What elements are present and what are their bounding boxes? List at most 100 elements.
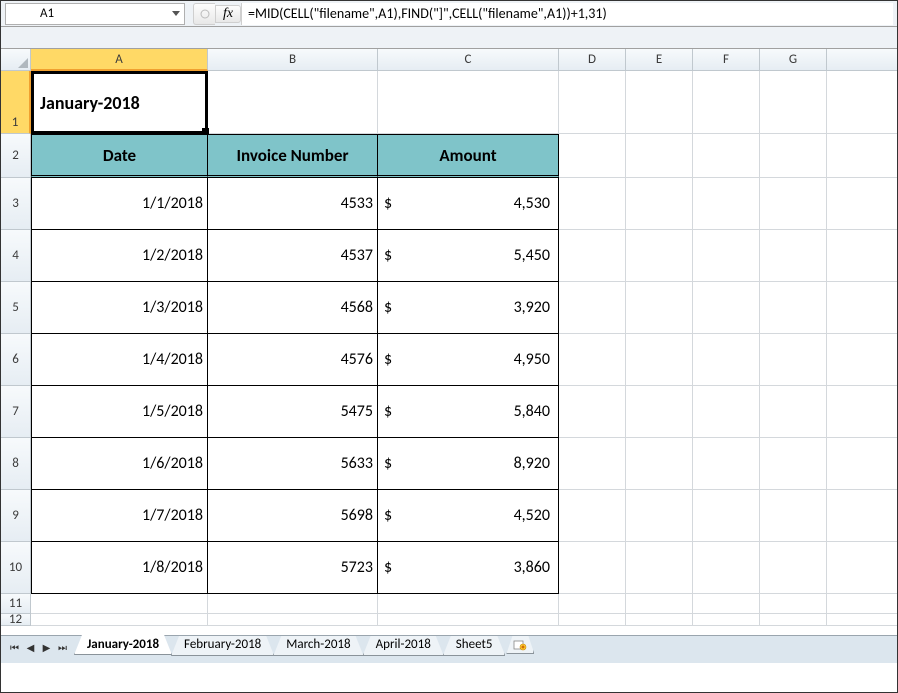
cell-invoice[interactable]: 5698	[208, 490, 378, 542]
tab-last-icon[interactable]: ⏭	[55, 638, 70, 656]
cell[interactable]	[760, 542, 827, 594]
cell-date[interactable]: 1/8/2018	[31, 542, 208, 594]
cell[interactable]	[626, 490, 693, 542]
cell-invoice[interactable]: 4568	[208, 282, 378, 334]
cell[interactable]	[693, 542, 760, 594]
cell[interactable]	[559, 490, 626, 542]
cell[interactable]	[626, 178, 693, 230]
cell[interactable]	[626, 334, 693, 386]
sheet-tab[interactable]: April-2018	[363, 636, 444, 656]
sheet-tab[interactable]: Sheet5	[443, 636, 506, 656]
cell[interactable]	[760, 490, 827, 542]
table-header-date[interactable]: Date	[31, 134, 208, 178]
cell[interactable]	[626, 438, 693, 490]
cell[interactable]	[827, 490, 897, 542]
cell[interactable]	[693, 490, 760, 542]
row-header-2[interactable]: 2	[1, 134, 31, 178]
tab-prev-icon[interactable]: ◀	[23, 638, 38, 656]
name-box[interactable]: A1	[5, 3, 185, 25]
cell[interactable]	[760, 594, 827, 614]
col-header-D[interactable]: D	[559, 49, 626, 71]
cell[interactable]	[559, 178, 626, 230]
cell[interactable]	[626, 594, 693, 614]
cell-amount[interactable]: $3,860	[378, 542, 559, 594]
cell[interactable]	[760, 386, 827, 438]
cell[interactable]	[626, 282, 693, 334]
cell[interactable]	[693, 282, 760, 334]
cell[interactable]	[827, 282, 897, 334]
cell[interactable]	[31, 71, 208, 134]
row-header-6[interactable]: 6	[1, 334, 31, 386]
cell[interactable]	[760, 614, 827, 626]
row-header-9[interactable]: 9	[1, 490, 31, 542]
cell[interactable]	[626, 542, 693, 594]
cell[interactable]	[208, 71, 378, 134]
tab-next-icon[interactable]: ▶	[39, 638, 54, 656]
cell[interactable]	[626, 230, 693, 282]
cell[interactable]	[760, 71, 827, 134]
cell-amount[interactable]: $8,920	[378, 438, 559, 490]
cell[interactable]	[626, 614, 693, 626]
cell[interactable]	[827, 614, 897, 626]
table-header-amount[interactable]: Amount	[378, 134, 559, 178]
cell[interactable]	[693, 614, 760, 626]
cell[interactable]	[760, 230, 827, 282]
row-header-1[interactable]: 1	[1, 71, 31, 134]
cell[interactable]	[208, 614, 378, 626]
tab-first-icon[interactable]: ⏮	[7, 638, 22, 656]
cell[interactable]	[378, 71, 559, 134]
cell-date[interactable]: 1/4/2018	[31, 334, 208, 386]
formula-input[interactable]	[241, 3, 893, 25]
cell[interactable]	[693, 386, 760, 438]
cell[interactable]	[827, 594, 897, 614]
cell[interactable]	[827, 542, 897, 594]
chevron-down-icon[interactable]	[172, 11, 180, 16]
cell[interactable]	[559, 438, 626, 490]
cell[interactable]	[760, 134, 827, 178]
cell[interactable]	[559, 594, 626, 614]
cell[interactable]	[378, 614, 559, 626]
cell[interactable]	[827, 178, 897, 230]
cell-amount[interactable]: $5,840	[378, 386, 559, 438]
cell-amount[interactable]: $4,950	[378, 334, 559, 386]
cell[interactable]	[559, 230, 626, 282]
col-header-B[interactable]: B	[208, 49, 378, 71]
col-header-blank[interactable]	[827, 49, 897, 71]
col-header-G[interactable]: G	[760, 49, 827, 71]
cell[interactable]	[760, 178, 827, 230]
cell[interactable]	[626, 134, 693, 178]
cell[interactable]	[31, 594, 208, 614]
row-header-3[interactable]: 3	[1, 178, 31, 230]
sheet-tab[interactable]: February-2018	[171, 636, 274, 656]
row-header-11[interactable]: 11	[1, 594, 31, 614]
row-header-4[interactable]: 4	[1, 230, 31, 282]
cell[interactable]	[559, 614, 626, 626]
cell-invoice[interactable]: 4576	[208, 334, 378, 386]
col-header-A[interactable]: A	[31, 49, 208, 71]
cell[interactable]	[693, 230, 760, 282]
cell-amount[interactable]: $3,920	[378, 282, 559, 334]
cell[interactable]	[693, 71, 760, 134]
cell-date[interactable]: 1/3/2018	[31, 282, 208, 334]
cell[interactable]	[559, 134, 626, 178]
cell[interactable]	[559, 542, 626, 594]
cell[interactable]	[760, 334, 827, 386]
cell[interactable]	[559, 386, 626, 438]
cell[interactable]	[559, 282, 626, 334]
cell[interactable]	[559, 71, 626, 134]
cell[interactable]	[693, 594, 760, 614]
cell-invoice[interactable]: 5633	[208, 438, 378, 490]
new-sheet-button[interactable]	[506, 636, 534, 654]
fx-icon[interactable]: fx	[215, 5, 241, 23]
col-header-C[interactable]: C	[378, 49, 559, 71]
cell[interactable]	[208, 594, 378, 614]
cell-date[interactable]: 1/1/2018	[31, 178, 208, 230]
cell[interactable]	[693, 134, 760, 178]
row-header-10[interactable]: 10	[1, 542, 31, 594]
cell[interactable]	[827, 134, 897, 178]
cell[interactable]	[827, 386, 897, 438]
cell[interactable]	[693, 334, 760, 386]
cell[interactable]	[559, 334, 626, 386]
row-header-5[interactable]: 5	[1, 282, 31, 334]
cell-amount[interactable]: $4,520	[378, 490, 559, 542]
